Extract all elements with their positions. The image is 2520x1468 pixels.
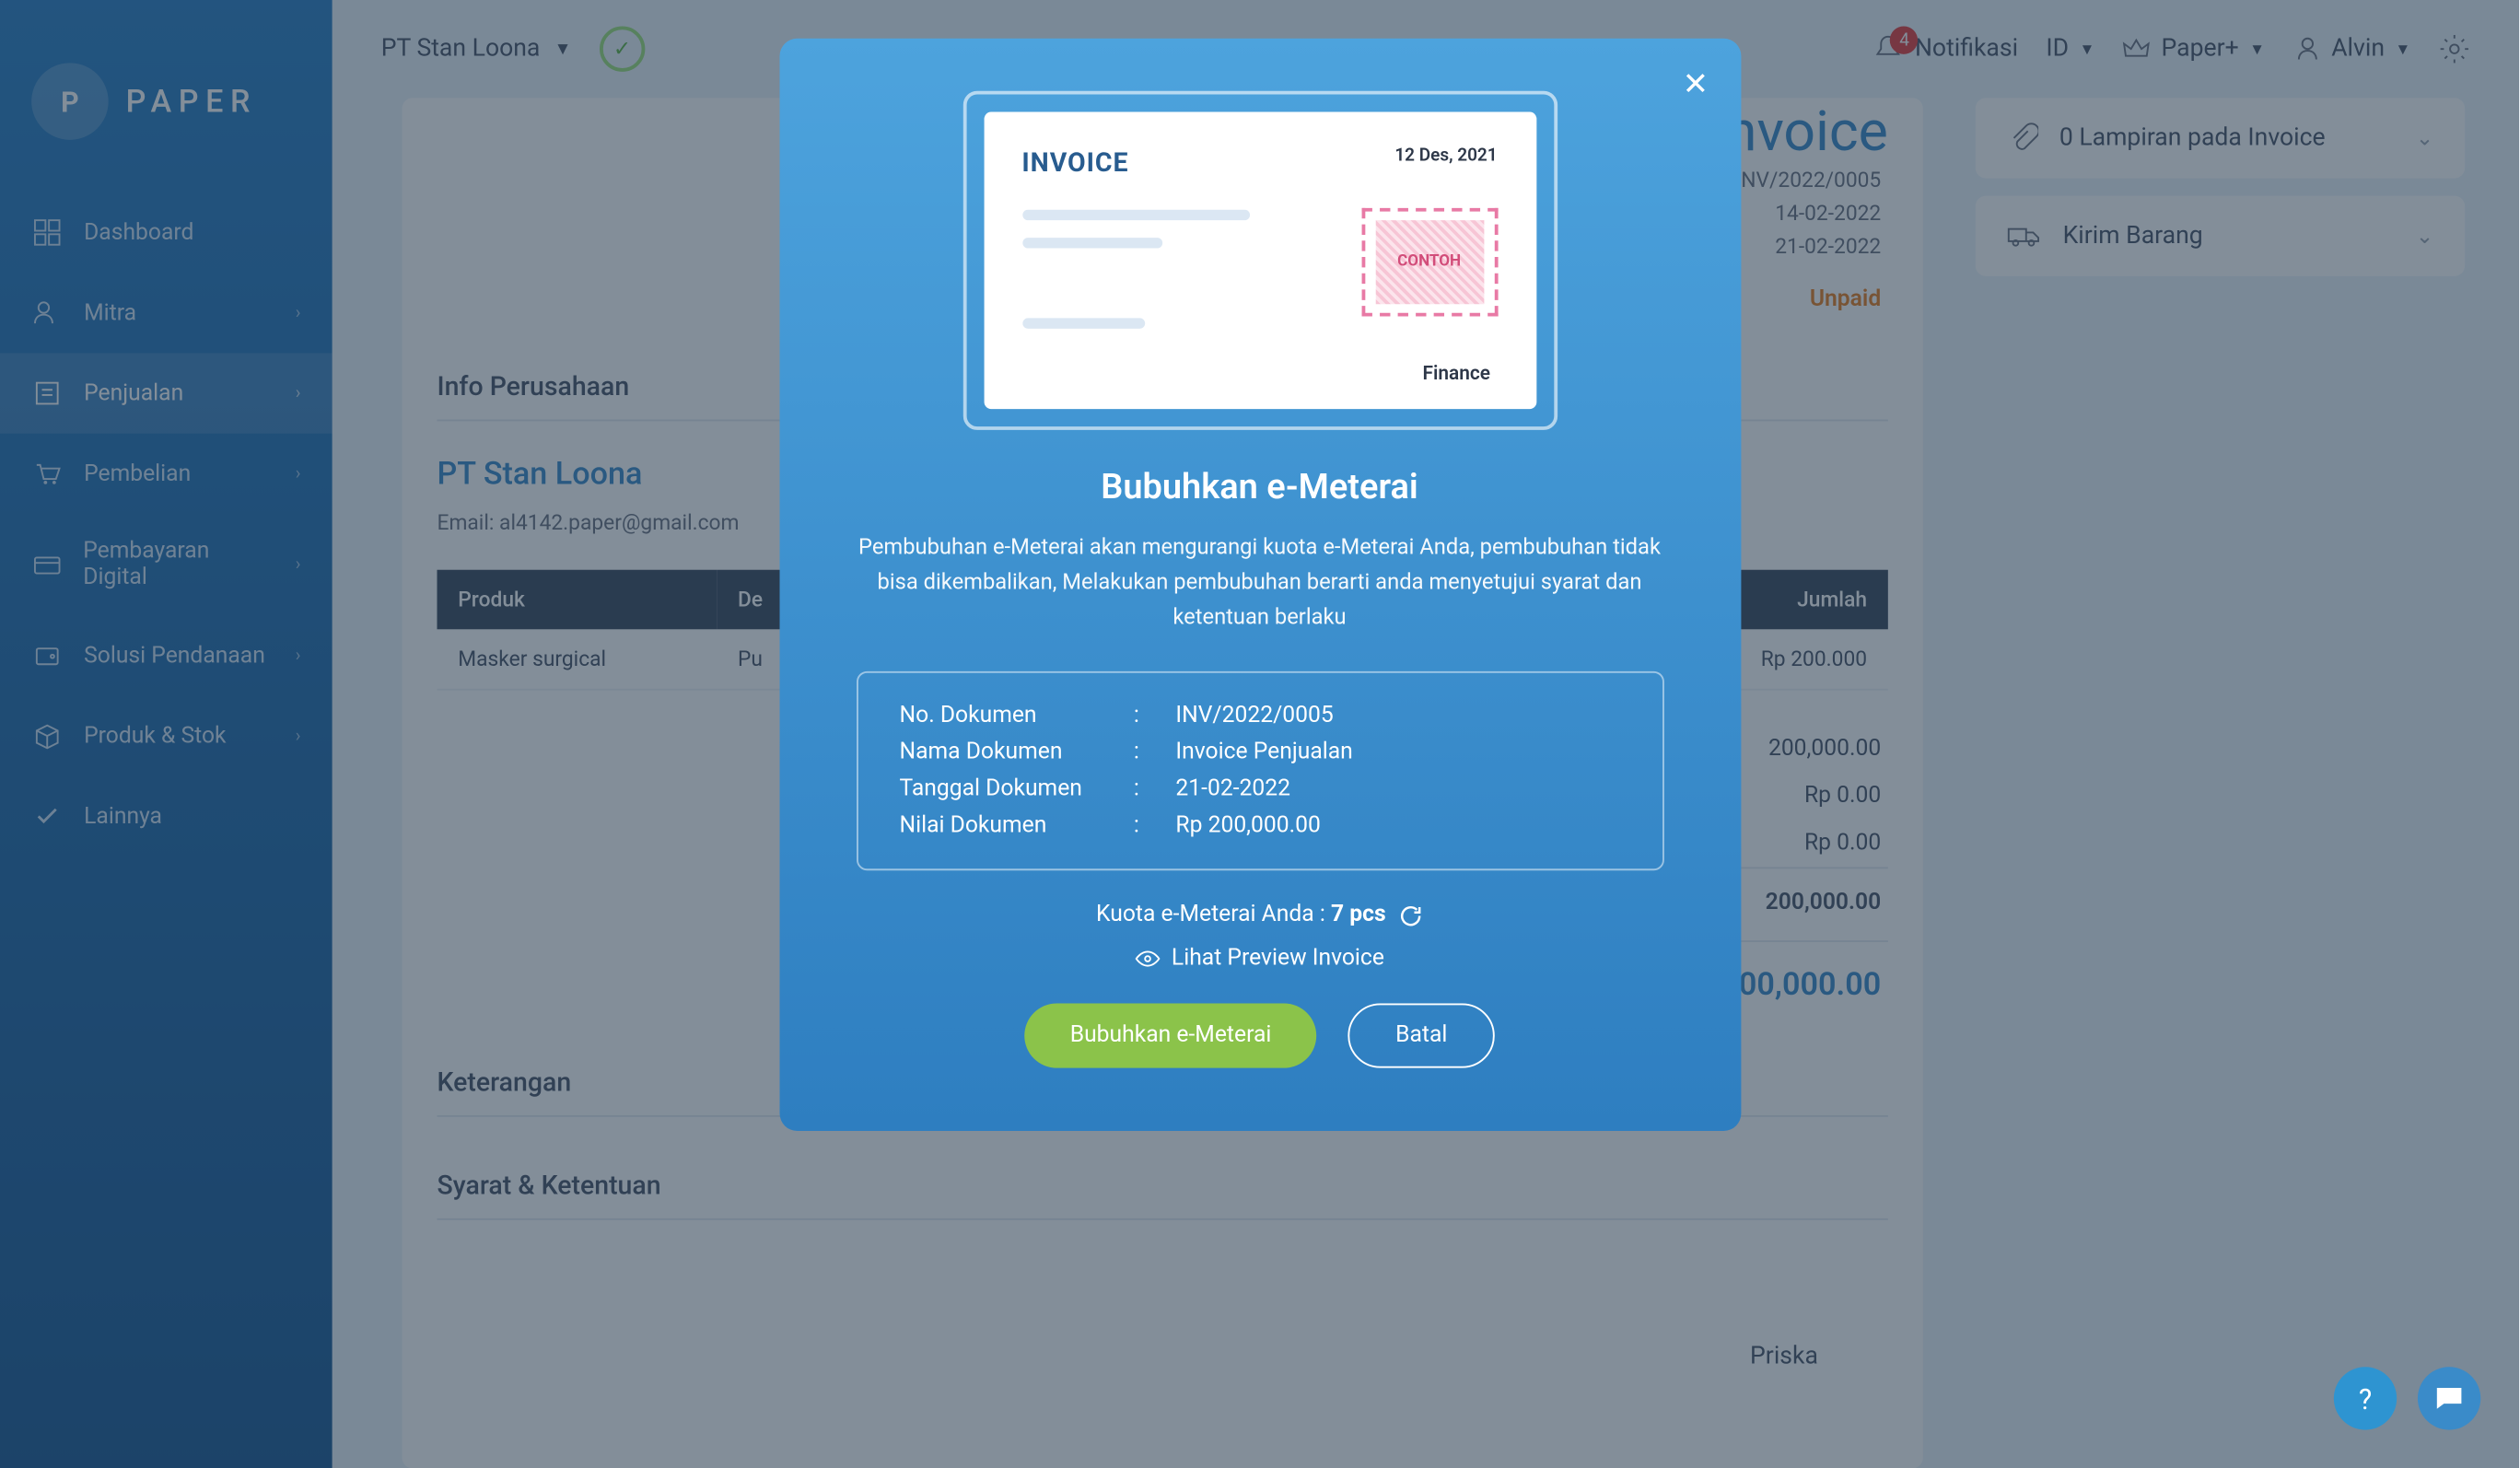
modal-description: Pembubuhan e-Meterai akan mengurangi kuo… bbox=[856, 531, 1663, 636]
info-row: No. Dokumen: INV/2022/0005 bbox=[900, 697, 1620, 734]
info-value: Rp 200,000.00 bbox=[1175, 813, 1321, 839]
preview-link-label: Lihat Preview Invoice bbox=[1172, 946, 1384, 972]
modal-overlay[interactable]: ✕ INVOICE 12 Des, 2021 CONTOH Finance Bu… bbox=[0, 0, 2519, 1468]
refresh-icon[interactable] bbox=[1398, 903, 1423, 927]
document-info-box: No. Dokumen: INV/2022/0005 Nama Dokumen:… bbox=[856, 671, 1663, 870]
info-row: Nilai Dokumen: Rp 200,000.00 bbox=[900, 808, 1620, 845]
preview-placeholder-line bbox=[1021, 238, 1161, 248]
emeterai-stamp-icon: CONTOH bbox=[1361, 208, 1498, 317]
quota-prefix: Kuota e-Meterai Anda : bbox=[1096, 902, 1331, 927]
info-value: Invoice Penjualan bbox=[1175, 740, 1352, 765]
help-icon: ? bbox=[2359, 1381, 2372, 1415]
info-key: Nama Dokumen bbox=[900, 740, 1110, 765]
chat-icon bbox=[2433, 1382, 2465, 1414]
invoice-preview-frame: INVOICE 12 Des, 2021 CONTOH Finance bbox=[962, 91, 1557, 430]
chat-fab[interactable] bbox=[2418, 1367, 2480, 1429]
info-row: Nama Dokumen: Invoice Penjualan bbox=[900, 734, 1620, 771]
info-row: Tanggal Dokumen: 21-02-2022 bbox=[900, 771, 1620, 808]
preview-date: 12 Des, 2021 bbox=[1394, 146, 1497, 166]
cancel-button[interactable]: Batal bbox=[1348, 1003, 1495, 1067]
preview-invoice-link[interactable]: Lihat Preview Invoice bbox=[856, 946, 1663, 972]
emeterai-modal: ✕ INVOICE 12 Des, 2021 CONTOH Finance Bu… bbox=[779, 39, 1741, 1131]
info-value: 21-02-2022 bbox=[1175, 776, 1290, 802]
stamp-label: CONTOH bbox=[1375, 220, 1484, 304]
eye-icon bbox=[1135, 946, 1161, 972]
quota-text: Kuota e-Meterai Anda : 7 pcs bbox=[856, 902, 1663, 927]
confirm-emeterai-button[interactable]: Bubuhkan e-Meterai bbox=[1024, 1003, 1316, 1067]
invoice-preview-card: INVOICE 12 Des, 2021 CONTOH Finance bbox=[984, 111, 1536, 409]
preview-finance-label: Finance bbox=[1422, 362, 1490, 385]
quota-value: 7 pcs bbox=[1331, 902, 1386, 927]
help-fab[interactable]: ? bbox=[2334, 1367, 2397, 1429]
info-key: Tanggal Dokumen bbox=[900, 776, 1110, 802]
preview-placeholder-line bbox=[1021, 210, 1249, 220]
info-key: No. Dokumen bbox=[900, 703, 1110, 728]
info-key: Nilai Dokumen bbox=[900, 813, 1110, 839]
close-button[interactable]: ✕ bbox=[1683, 66, 1709, 103]
info-value: INV/2022/0005 bbox=[1175, 703, 1333, 728]
preview-placeholder-line bbox=[1021, 318, 1144, 328]
modal-title: Bubuhkan e-Meterai bbox=[856, 465, 1663, 507]
